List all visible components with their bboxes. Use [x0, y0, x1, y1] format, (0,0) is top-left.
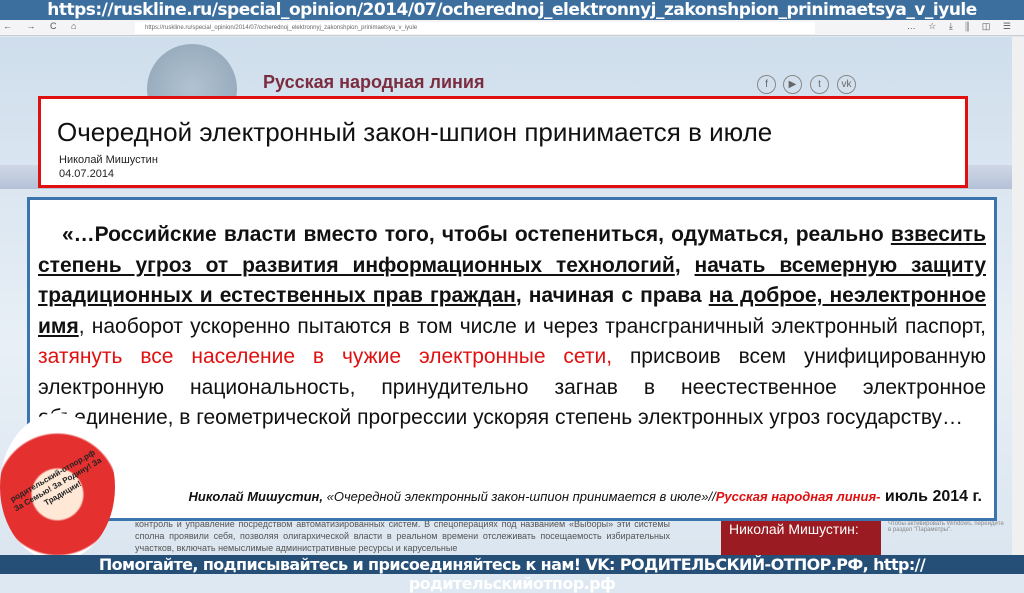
citation-source: Русская народная линия-: [715, 489, 881, 504]
quote-segment: затянуть все население в чужие электронн…: [38, 345, 613, 368]
site-title[interactable]: Русская народная линия: [263, 72, 485, 93]
article-date: 04.07.2014: [59, 168, 115, 180]
quote-segment: , наоборот ускоренно пытаются в том числ…: [78, 314, 986, 338]
vk-icon[interactable]: vk: [837, 75, 856, 94]
facebook-icon[interactable]: f: [757, 75, 776, 94]
quote-box: «…Российские власти вместо того, чтобы о…: [27, 197, 997, 521]
quote-text: «…Российские власти вместо того, чтобы о…: [38, 220, 986, 434]
citation-title: «Очередной электронный закон-шпион прини…: [322, 489, 716, 504]
citation: Николай Мишустин, «Очередной электронный…: [189, 488, 983, 506]
headline-box: Очередной электронный закон-шпион приним…: [38, 96, 968, 188]
quote-segment: ,: [674, 253, 695, 277]
footer-banner: Помогайте, подписывайтесь и присоединяйт…: [0, 555, 1024, 593]
quote-segment: «…Российские власти вместо того, чтобы о…: [62, 223, 891, 246]
side-author-block[interactable]: Николай Мишустин:: [721, 518, 881, 555]
windows-activation-note: Чтобы активировать Windows, перейдите в …: [888, 521, 1004, 533]
nav-buttons[interactable]: ← → C ⌂: [3, 21, 82, 31]
browser-tools[interactable]: … ☆ ⤓ ⫼ ◫ ☰: [907, 21, 1016, 32]
twitter-icon[interactable]: t: [810, 75, 829, 94]
citation-author: Николай Мишустин,: [188, 489, 323, 504]
url-banner: https://ruskline.ru/special_opinion/2014…: [0, 0, 1024, 20]
article-author: Николай Мишустин: [59, 154, 158, 166]
address-bar[interactable]: https://ruskline.ru/special_opinion/2014…: [135, 22, 815, 34]
background-article-text: контроль и управление посредством автома…: [135, 519, 670, 553]
headline: Очередной электронный закон-шпион приним…: [57, 117, 773, 147]
youtube-icon[interactable]: ▶: [783, 75, 802, 94]
citation-date: июль 2014 г.: [880, 488, 982, 505]
scrollbar[interactable]: [1012, 37, 1024, 555]
browser-toolbar: ← → C ⌂ https://ruskline.ru/special_opin…: [0, 20, 1024, 36]
quote-segment: , начиная с права: [515, 284, 709, 307]
